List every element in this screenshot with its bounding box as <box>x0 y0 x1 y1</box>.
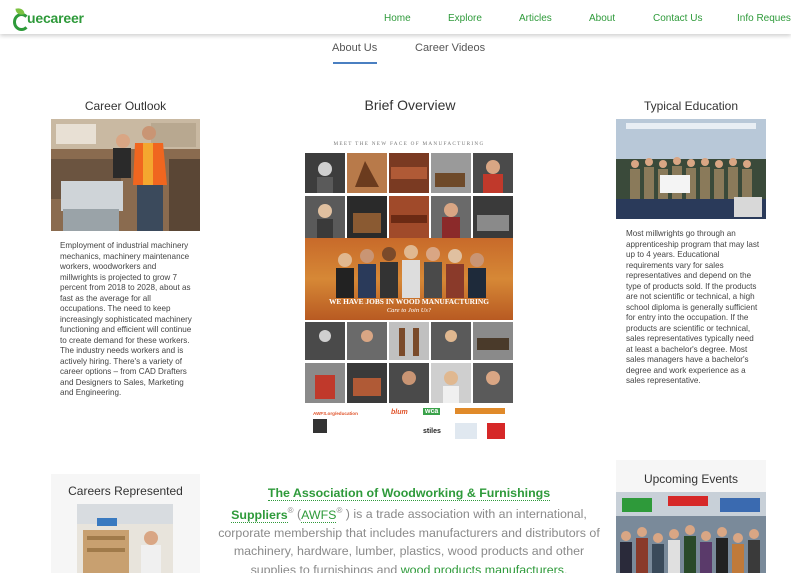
sponsor-logo-strip <box>455 408 505 414</box>
typical-education-photo <box>616 119 766 219</box>
nav-articles[interactable]: Articles <box>519 13 552 24</box>
stiles-logo: stiles <box>423 428 441 435</box>
wood-products-manufacturers-link[interactable]: wood products manufacturers <box>401 563 564 573</box>
desc-line2-rest: ) is a trade association with an interna… <box>342 507 587 522</box>
poster-subtitle: Care to Join Us? <box>386 307 432 314</box>
blum-logo: blum <box>391 409 408 416</box>
brief-overview-title: Brief Overview <box>364 97 456 113</box>
poster-photo-grid-top <box>305 153 513 238</box>
careers-represented-title: Careers Represented <box>68 484 183 498</box>
open-paren: ( <box>293 507 302 522</box>
awfs-abbr-link[interactable]: AWFS <box>301 507 337 523</box>
poster-photo-grid-bottom <box>305 322 513 403</box>
top-nav: uecareer Home Explore Articles About Con… <box>0 0 791 34</box>
typical-education-text: Most millwrights go through an apprentic… <box>626 229 760 385</box>
nav-info-request[interactable]: Info Request <box>737 13 791 24</box>
desc-line5-pre: supplies to furnishings and <box>250 562 401 573</box>
poster-url: AWFS.org/education <box>313 411 358 416</box>
awfs-poster: MEET THE NEW FACE OF MANUFACTURING WE HA… <box>305 137 513 443</box>
desc-line4: machinery, hardware, lumber, plastics, w… <box>233 544 585 559</box>
desc-line3: corporate membership that includes manuf… <box>218 525 600 540</box>
site-logo[interactable]: uecareer <box>12 9 84 31</box>
career-outlook-text: Employment of industrial machinery mecha… <box>60 241 192 397</box>
qr-code-icon <box>313 419 327 433</box>
upcoming-events-title: Upcoming Events <box>643 472 739 486</box>
logo-leaf-icon <box>12 9 30 31</box>
career-outlook-photo <box>51 119 200 231</box>
sponsor-logo-red <box>487 423 505 439</box>
wca-logo: wca <box>423 408 441 415</box>
typical-education-title: Typical Education <box>643 99 739 113</box>
tab-about-us[interactable]: About Us <box>332 42 377 54</box>
awfs-name-link-line2[interactable]: Suppliers <box>231 507 288 523</box>
active-tab-indicator <box>333 62 377 64</box>
careers-represented-photo <box>77 504 173 573</box>
poster-header: MEET THE NEW FACE OF MANUFACTURING <box>333 141 485 147</box>
nav-home[interactable]: Home <box>384 13 411 24</box>
poster-title: WE HAVE JOBS IN WOOD MANUFACTURING <box>329 297 489 306</box>
awfs-description: The Association of Woodworking & Furnish… <box>218 484 600 573</box>
nav-contact-us[interactable]: Contact Us <box>653 13 702 24</box>
sponsor-logo-tile <box>455 423 477 439</box>
poster-footer: AWFS.org/education blum wca stiles <box>305 403 513 443</box>
tab-career-videos[interactable]: Career Videos <box>415 42 485 54</box>
nav-about[interactable]: About <box>589 13 615 24</box>
awfs-name-link-line1[interactable]: The Association of Woodworking & Furnish… <box>267 486 551 501</box>
career-outlook-title: Career Outlook <box>84 99 167 113</box>
upcoming-events-photo <box>616 492 766 573</box>
desc-line5-post: . <box>563 562 568 573</box>
nav-explore[interactable]: Explore <box>448 13 482 24</box>
logo-text: uecareer <box>27 10 84 26</box>
